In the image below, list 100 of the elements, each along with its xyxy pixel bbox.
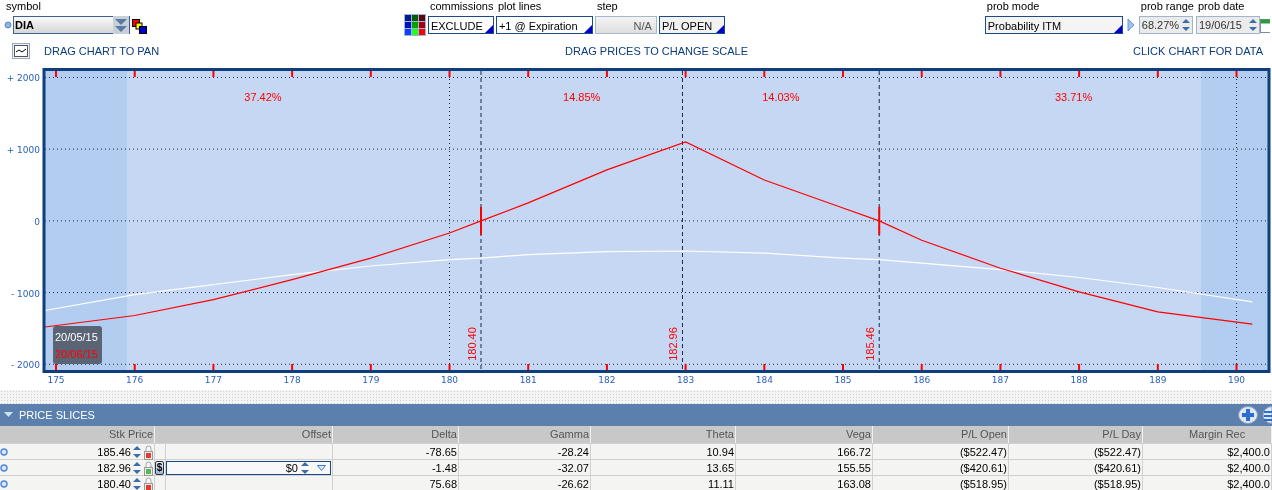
x-axis-label: 182 — [598, 375, 616, 385]
x-axis-label: 179 — [362, 375, 380, 385]
corner-triangle-icon — [1113, 25, 1122, 33]
breakeven-marker — [480, 205, 482, 236]
tick-mark — [605, 363, 608, 371]
table-row[interactable]: 180.40 75.68 -26.62 11.11 163.08 ($518.95) ($518.95) $2,400.0 — [0, 476, 1272, 490]
tick-mark — [133, 363, 136, 371]
tick-mark — [55, 70, 57, 78]
locked-icon[interactable] — [144, 476, 153, 490]
dollar-button[interactable]: $ — [155, 461, 164, 475]
spinner-icon[interactable] — [132, 476, 142, 490]
breakeven-marker — [878, 205, 881, 236]
x-axis-label: 184 — [755, 375, 773, 385]
panel-toggle[interactable]: PRICE SLICES — [0, 409, 95, 421]
tick-mark — [291, 70, 294, 78]
offset-field[interactable]: $0 — [166, 461, 331, 475]
row-dot-icon — [0, 464, 8, 472]
field-label: step — [595, 0, 619, 14]
calendar-icon[interactable] — [1260, 17, 1270, 33]
spinner-icon[interactable] — [1248, 17, 1258, 33]
x-axis-label: 176 — [126, 375, 144, 385]
locked-icon[interactable] — [144, 444, 153, 460]
x-axis-label: 186 — [913, 375, 931, 385]
column-header[interactable]: Margin Rec — [1143, 426, 1272, 443]
table-cell: -32.07 — [557, 460, 589, 476]
spinner-icon[interactable] — [132, 460, 142, 476]
table-cell: ($518.95) — [1093, 476, 1141, 490]
tick-mark — [684, 70, 687, 78]
row-dot-icon — [0, 448, 8, 456]
table-cell: 180.40 — [97, 476, 131, 490]
strike-label: 182.96 — [667, 327, 680, 361]
tick-mark — [212, 363, 215, 371]
table-cell: ($518.95) — [959, 476, 1007, 490]
table-cell: $2,400.0 — [1227, 444, 1270, 460]
tick-mark — [763, 363, 766, 371]
tick-mark — [369, 70, 372, 78]
probability-label: 14.85% — [563, 91, 601, 103]
column-header[interactable]: Delta — [333, 426, 459, 443]
table-cell: -78.65 — [425, 444, 457, 460]
unlocked-icon[interactable] — [144, 460, 153, 476]
column-header[interactable]: Vega — [736, 426, 873, 443]
column-header[interactable]: Theta — [591, 426, 736, 443]
prob-mode-dropdown[interactable]: Probability ITM — [984, 16, 1123, 34]
commissions-dropdown[interactable]: EXCLUDE — [427, 16, 494, 34]
y-axis-label: + 2000 — [6, 73, 40, 84]
dropdown-arrow-icon[interactable] — [317, 465, 326, 471]
play-arrow-icon[interactable] — [1126, 18, 1135, 32]
field-label: commissions — [428, 0, 494, 14]
spinner-icon[interactable] — [1180, 17, 1191, 33]
table-row[interactable]: 182.96 $ $0 -1.48 -32.07 13.65 155.55 ($420.61) ($420.61) $2,400.0 — [0, 460, 1272, 476]
table-cell: ($522.47) — [959, 444, 1007, 460]
x-axis-label: 189 — [1149, 375, 1167, 385]
tick-mark — [55, 363, 57, 371]
legend-label: 20/05/15 — [55, 331, 98, 343]
spinner-icon[interactable] — [300, 460, 310, 476]
tick-mark — [842, 363, 844, 371]
chart-toggle-button[interactable] — [12, 43, 30, 59]
x-axis-label: 177 — [204, 375, 222, 385]
table-cell: 166.72 — [837, 444, 871, 460]
column-header[interactable]: Gamma — [459, 426, 591, 443]
x-axis-label: 185 — [834, 375, 852, 385]
symbol-field[interactable]: DIA — [13, 16, 130, 34]
table-cell: 13.65 — [706, 460, 734, 476]
tick-mark — [1078, 363, 1081, 371]
table-cell: ($420.61) — [1093, 460, 1141, 476]
spinner-icon[interactable] — [132, 444, 142, 460]
field-label: prob date — [1197, 0, 1246, 14]
field-label: prob range — [1139, 0, 1194, 14]
tick-mark — [999, 70, 1002, 78]
table-cell: ($522.47) — [1093, 444, 1141, 460]
tick-mark — [920, 363, 923, 371]
pl-mode-dropdown[interactable]: P/L OPEN — [658, 16, 725, 34]
x-axis-label: 181 — [519, 375, 537, 385]
plot-lines-dropdown[interactable]: +1 @ Expiration — [495, 16, 593, 34]
table-cell: $2,400.0 — [1227, 476, 1270, 490]
color-grid-icon[interactable] — [403, 14, 426, 36]
y-axis-label: + 1000 — [6, 145, 40, 156]
hint-text: DRAG CHART TO PAN — [44, 45, 161, 57]
tick-mark — [133, 70, 136, 78]
table-row[interactable]: 185.46 -78.65 -28.24 10.94 166.72 ($522.47) ($522.47) $2,400.0 — [0, 444, 1272, 460]
table-cell: $2,400.0 — [1227, 460, 1270, 476]
tick-mark — [763, 70, 766, 78]
tick-mark — [605, 70, 608, 78]
column-header[interactable]: P/L Day — [1009, 426, 1143, 443]
column-header[interactable]: Offset — [166, 426, 333, 443]
hint-text: CLICK CHART FOR DATA — [1133, 45, 1263, 57]
add-icon[interactable] — [1238, 406, 1258, 424]
probability-label: 37.42% — [244, 91, 282, 103]
overlapping-squares-icon[interactable] — [132, 18, 147, 34]
tick-mark — [842, 70, 844, 78]
column-header[interactable]: P/L Open — [873, 426, 1009, 443]
column-header[interactable]: Stk Price — [8, 426, 155, 443]
row-dot-icon — [0, 480, 8, 488]
prob-date-field[interactable]: 19/06/15 — [1196, 16, 1260, 34]
status-dot-icon — [4, 21, 12, 29]
tick-mark — [1078, 70, 1081, 78]
hint-text: DRAG PRICES TO CHANGE SCALE — [565, 45, 749, 57]
table-cell: -26.62 — [557, 476, 589, 490]
prob-range-field[interactable]: 68.27% — [1138, 16, 1193, 34]
x-axis-label: 190 — [1227, 375, 1246, 385]
